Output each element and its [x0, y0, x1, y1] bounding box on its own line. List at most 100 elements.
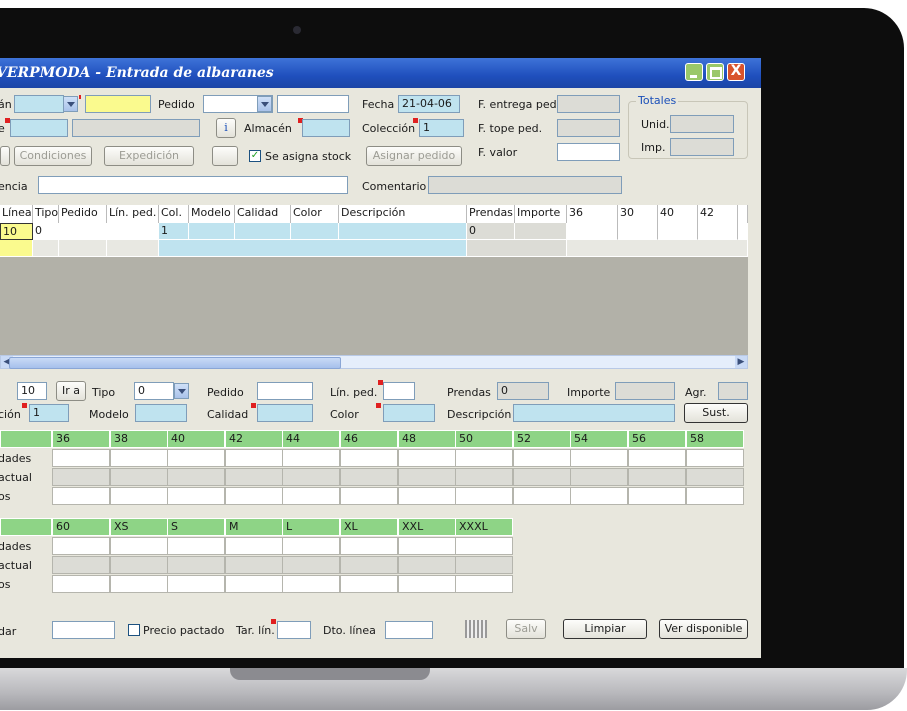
row1-prendas[interactable]: 0: [467, 223, 515, 240]
row1-tipo[interactable]: 0: [33, 223, 59, 240]
col-header-prendas[interactable]: Prendas: [467, 205, 515, 223]
row1-linea[interactable]: 10: [0, 223, 33, 240]
size-units-cell[interactable]: [686, 449, 744, 467]
size-extra-cell[interactable]: [52, 487, 110, 505]
col-header-descripcion[interactable]: Descripción: [339, 205, 467, 223]
row2-totals[interactable]: [467, 240, 567, 257]
scroll-right-icon[interactable]: ▶: [735, 356, 747, 368]
size-extra-cell[interactable]: [52, 575, 110, 593]
size-extra-cell[interactable]: [340, 575, 398, 593]
asigna-stock-checkbox[interactable]: ✓: [249, 150, 261, 162]
close-button[interactable]: X: [727, 63, 745, 81]
size-units-cell[interactable]: [167, 537, 225, 555]
row1-size-cell[interactable]: [618, 223, 658, 240]
col-header-40[interactable]: 40: [658, 205, 698, 223]
size-extra-cell[interactable]: [628, 487, 686, 505]
row1-pedido[interactable]: [59, 223, 107, 240]
barcode-icon[interactable]: [465, 620, 487, 638]
pedido-extra-field[interactable]: [277, 95, 349, 113]
size-units-cell[interactable]: [282, 537, 340, 555]
cliente-name-field[interactable]: [72, 119, 200, 137]
row2-tipo[interactable]: [33, 240, 59, 257]
size-units-cell[interactable]: [455, 537, 513, 555]
precio-pactado-checkbox[interactable]: [128, 624, 140, 636]
comentario-field[interactable]: [428, 176, 622, 194]
size-units-cell[interactable]: [340, 537, 398, 555]
row1-importe[interactable]: [515, 223, 567, 240]
ver-disponible-button[interactable]: Ver disponible: [659, 619, 748, 639]
f-valor-field[interactable]: [557, 143, 620, 161]
size-units-cell[interactable]: [513, 449, 571, 467]
calidad-field[interactable]: [257, 404, 313, 422]
ir-a-button[interactable]: Ir a: [56, 381, 86, 401]
size-extra-cell[interactable]: [686, 487, 744, 505]
unid-field[interactable]: [670, 115, 734, 133]
col-header-color[interactable]: Color: [291, 205, 339, 223]
almacen-code-field[interactable]: [14, 95, 64, 113]
minimize-button[interactable]: [685, 63, 703, 81]
almacen-name-field[interactable]: [85, 95, 151, 113]
descripcion-field[interactable]: [513, 404, 675, 422]
row1-size-cell[interactable]: [567, 223, 618, 240]
size-extra-cell[interactable]: [282, 575, 340, 593]
col-header-col[interactable]: Col.: [159, 205, 189, 223]
row2-article-cells[interactable]: [159, 240, 467, 257]
pedido-line-field[interactable]: [257, 382, 313, 400]
size-extra-cell[interactable]: [167, 487, 225, 505]
size-units-cell[interactable]: [110, 449, 168, 467]
referencia-field[interactable]: [38, 176, 348, 194]
col-header-lin-ped[interactable]: Lín. ped.: [107, 205, 159, 223]
expedicion-button[interactable]: Expedición: [104, 146, 194, 166]
size-extra-cell[interactable]: [398, 575, 456, 593]
fecha-field[interactable]: 21-04-06: [398, 95, 460, 113]
dto-linea-field[interactable]: [385, 621, 433, 639]
col-header-tipo[interactable]: Tipo: [33, 205, 59, 223]
row1-col[interactable]: 1: [159, 223, 189, 240]
col-header-importe[interactable]: Importe: [515, 205, 567, 223]
size-units-cell[interactable]: [167, 449, 225, 467]
linea-field[interactable]: 10: [17, 382, 47, 400]
size-units-cell[interactable]: [340, 449, 398, 467]
row1-calidad[interactable]: [235, 223, 291, 240]
tar-lin-field[interactable]: [277, 621, 311, 639]
size-units-cell[interactable]: [398, 537, 456, 555]
cliente-code-field[interactable]: [10, 119, 68, 137]
row2-linea[interactable]: [0, 240, 33, 257]
size-units-cell[interactable]: [570, 449, 628, 467]
color-field[interactable]: [383, 404, 435, 422]
salv-button[interactable]: Salv: [506, 619, 546, 639]
row2-lin-ped[interactable]: [107, 240, 159, 257]
size-extra-cell[interactable]: [167, 575, 225, 593]
col-header-calidad[interactable]: Calidad: [235, 205, 291, 223]
almacen-dropdown-icon[interactable]: [63, 96, 78, 112]
size-extra-cell[interactable]: [570, 487, 628, 505]
row1-size-cell[interactable]: [738, 223, 748, 240]
col-header-30[interactable]: 30: [618, 205, 658, 223]
row1-size-cell[interactable]: [698, 223, 738, 240]
precio-field[interactable]: [52, 621, 115, 639]
col-header-modelo[interactable]: Modelo: [189, 205, 235, 223]
size-units-cell[interactable]: [225, 537, 283, 555]
horizontal-scrollbar[interactable]: ◀ ▶: [0, 355, 748, 369]
size-units-cell[interactable]: [52, 449, 110, 467]
pedido-dropdown-icon[interactable]: [257, 96, 272, 112]
col-header-36[interactable]: 36: [567, 205, 618, 223]
info-button[interactable]: i: [216, 118, 236, 138]
size-extra-cell[interactable]: [110, 487, 168, 505]
size-units-cell[interactable]: [110, 537, 168, 555]
size-units-cell[interactable]: [628, 449, 686, 467]
row1-modelo[interactable]: [189, 223, 235, 240]
size-extra-cell[interactable]: [340, 487, 398, 505]
agr-field[interactable]: [718, 382, 748, 400]
size-extra-cell[interactable]: [282, 487, 340, 505]
lin-ped-field[interactable]: [383, 382, 415, 400]
size-extra-cell[interactable]: [513, 487, 571, 505]
asignar-pedido-button[interactable]: Asignar pedido: [366, 146, 462, 166]
importe-field[interactable]: [615, 382, 675, 400]
row1-color[interactable]: [291, 223, 339, 240]
size-units-cell[interactable]: [52, 537, 110, 555]
imp-field[interactable]: [670, 138, 734, 156]
size-units-cell[interactable]: [398, 449, 456, 467]
partial-button[interactable]: [0, 146, 10, 166]
tipo-field[interactable]: 0: [134, 382, 174, 400]
